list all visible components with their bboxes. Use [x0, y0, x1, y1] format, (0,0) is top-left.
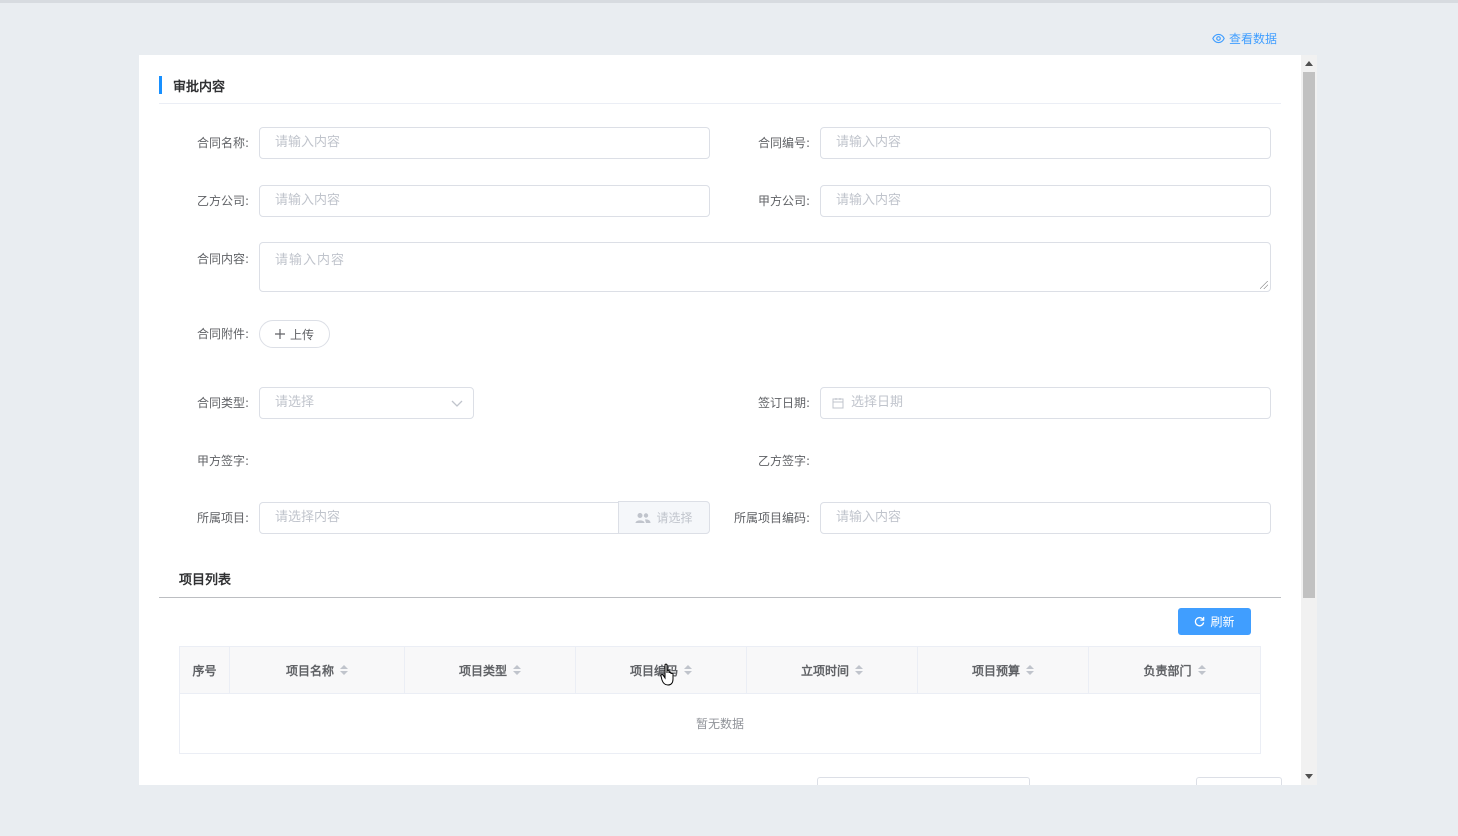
col-project-name[interactable]: 项目名称	[230, 647, 405, 693]
sort-icon[interactable]	[855, 665, 863, 675]
col-project-name-label: 项目名称	[285, 663, 334, 678]
sort-icon[interactable]	[340, 665, 348, 675]
refresh-icon	[1195, 616, 1205, 627]
party-b-label: 乙方公司:	[196, 194, 249, 208]
sort-icon[interactable]	[1026, 665, 1034, 675]
col-project-type[interactable]: 项目类型	[405, 647, 576, 693]
party-a-input[interactable]: 请输入内容	[820, 185, 1271, 217]
pager-jump-input[interactable]	[1196, 777, 1282, 785]
project-list-divider	[159, 597, 1281, 598]
content-textarea[interactable]: 请输入内容	[259, 242, 1271, 292]
view-data-label: 查看数据	[1229, 32, 1278, 46]
sign-date-picker[interactable]: 选择日期	[820, 387, 1271, 419]
type-label: 合同类型:	[196, 396, 249, 410]
content-label: 合同内容:	[196, 252, 249, 266]
upload-label: 上传	[290, 327, 315, 342]
chevron-down-icon	[451, 400, 463, 407]
refresh-label: 刷新	[1210, 615, 1235, 629]
project-select-button[interactable]: 请选择	[618, 501, 710, 534]
party-b-sign-label: 乙方签字:	[757, 454, 810, 468]
col-index: 序号	[180, 647, 230, 693]
top-border	[0, 0, 1458, 3]
contract-name-input[interactable]: 请输入内容	[259, 127, 710, 159]
refresh-button[interactable]: 刷新	[1178, 608, 1251, 635]
col-budget[interactable]: 项目预算	[918, 647, 1089, 693]
project-label: 所属项目:	[196, 511, 249, 525]
pager-select[interactable]	[817, 777, 1030, 785]
contract-no-label: 合同编号:	[757, 136, 810, 150]
vertical-scrollbar[interactable]	[1301, 55, 1317, 785]
party-a-label: 甲方公司:	[757, 194, 810, 208]
col-index-label: 序号	[192, 663, 217, 678]
scroll-up-icon[interactable]	[1305, 61, 1313, 66]
project-list-title: 项目列表	[179, 573, 232, 588]
content-placeholder: 请输入内容	[275, 253, 346, 268]
table-header: 序号 项目名称 项目类型 项目编码 立项时间 项目预算 负责部门	[180, 647, 1260, 694]
hand-cursor-icon	[660, 663, 674, 686]
users-icon	[635, 512, 651, 523]
section-header: 审批内容	[159, 75, 225, 95]
plus-icon	[275, 329, 285, 339]
sign-date-label: 签订日期:	[757, 396, 810, 410]
section-accent-bar	[159, 76, 162, 94]
col-department-label: 负责部门	[1143, 663, 1192, 678]
project-select-label: 请选择	[656, 511, 693, 525]
project-code-label: 所属项目编码:	[733, 511, 810, 525]
upload-button[interactable]: 上传	[259, 320, 331, 348]
sort-icon[interactable]	[513, 665, 521, 675]
approval-panel: 审批内容 合同名称: 请输入内容 合同编号: 请输入内容 乙方公司: 请输入内容…	[139, 55, 1301, 785]
view-data-link[interactable]: 查看数据	[1212, 30, 1277, 47]
sign-date-placeholder: 选择日期	[851, 395, 904, 410]
project-table: 序号 项目名称 项目类型 项目编码 立项时间 项目预算 负责部门 暂无数据	[179, 646, 1261, 754]
col-project-type-label: 项目类型	[458, 663, 507, 678]
contract-no-input[interactable]: 请输入内容	[820, 127, 1271, 159]
section-divider	[159, 103, 1281, 104]
col-setup-time-label: 立项时间	[800, 663, 849, 678]
party-b-input[interactable]: 请输入内容	[259, 185, 710, 217]
section-title: 审批内容	[173, 79, 226, 95]
project-input[interactable]: 请选择内容	[259, 502, 619, 534]
scroll-thumb[interactable]	[1303, 72, 1315, 598]
project-code-input[interactable]: 请输入内容	[820, 502, 1271, 534]
col-department[interactable]: 负责部门	[1089, 647, 1260, 693]
resize-handle-icon[interactable]	[1260, 281, 1268, 289]
sort-icon[interactable]	[1197, 665, 1206, 675]
type-placeholder: 请选择	[275, 395, 315, 410]
contract-name-label: 合同名称:	[196, 136, 249, 150]
col-setup-time[interactable]: 立项时间	[747, 647, 918, 693]
party-a-sign-label: 甲方签字:	[196, 454, 249, 468]
type-select[interactable]: 请选择	[259, 387, 474, 419]
col-budget-label: 项目预算	[971, 663, 1020, 678]
eye-icon	[1212, 33, 1225, 44]
calendar-icon	[832, 398, 844, 409]
attachment-label: 合同附件:	[196, 327, 249, 341]
scroll-down-icon[interactable]	[1305, 774, 1313, 779]
sort-icon[interactable]	[684, 665, 692, 675]
table-empty: 暂无数据	[695, 717, 744, 731]
